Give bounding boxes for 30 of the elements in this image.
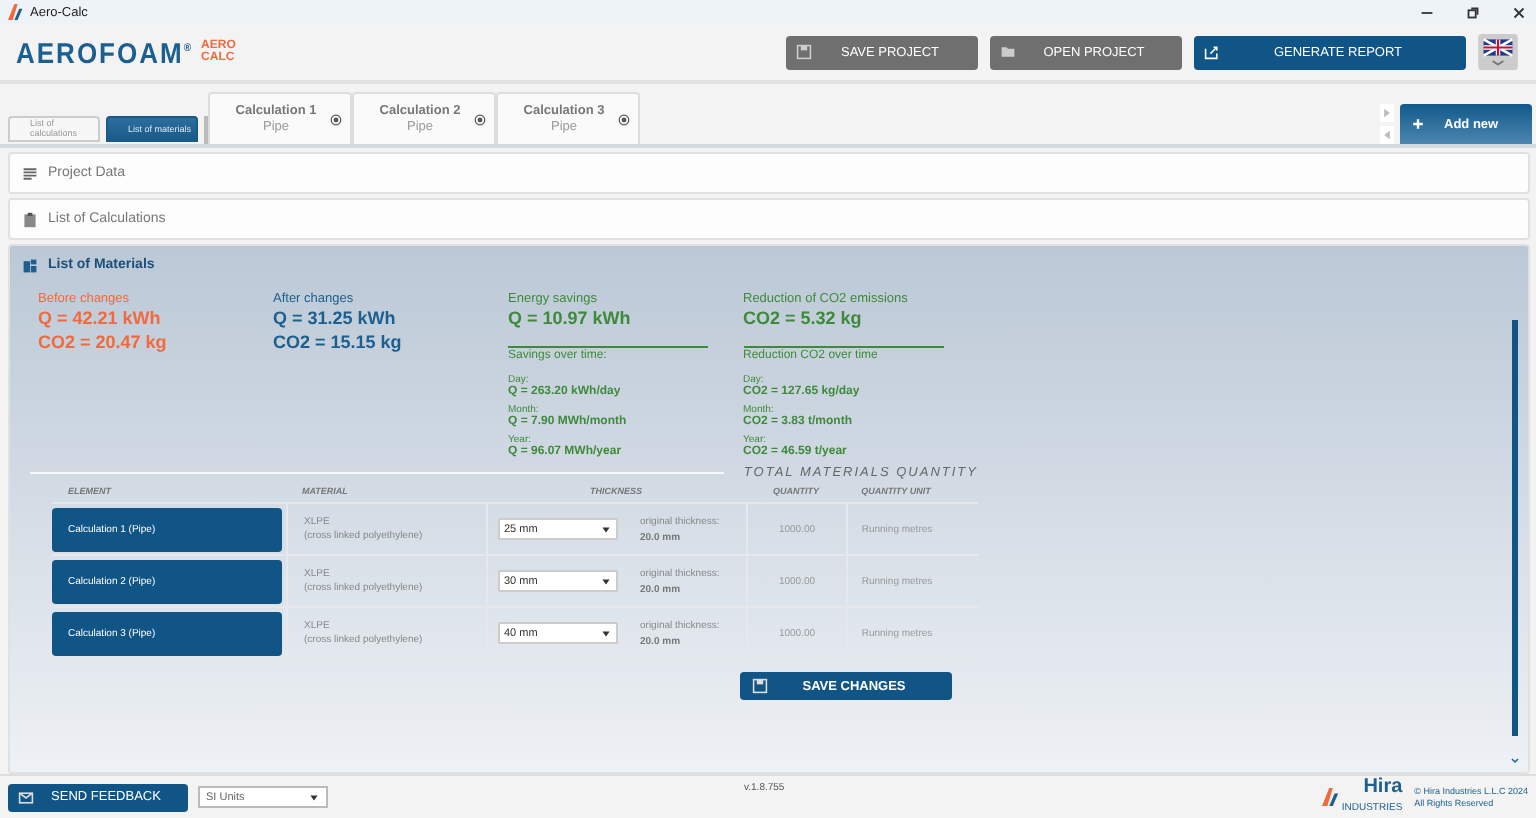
company-logo-icon — [1321, 788, 1340, 807]
brand-logo: AEROFOAM$^{®}$ — [16, 36, 194, 70]
summary-value: CO2 = 20.47 kg — [38, 332, 167, 355]
restore-icon[interactable] — [1464, 3, 1482, 22]
summary-value: Q = 42.21 kWh — [38, 308, 161, 331]
summary-value: Q = 31.25 kWh — [273, 308, 396, 331]
uk-flag-icon[interactable] — [1478, 34, 1518, 71]
caret-icon — [600, 523, 612, 536]
envelope-icon — [18, 789, 34, 806]
summary-value: CO2 = 15.15 kg — [273, 332, 402, 355]
close-tab-icon[interactable] — [330, 113, 342, 126]
clipboard-icon — [22, 211, 38, 228]
scroll-down-icon[interactable] — [1509, 756, 1519, 767]
save-icon — [752, 678, 768, 695]
list-icon — [22, 165, 38, 182]
close-icon[interactable] — [1510, 3, 1528, 22]
summary-value: CO2 = 5.32 kg — [743, 308, 862, 331]
close-tab-icon[interactable] — [474, 113, 486, 126]
stack-icon — [22, 257, 38, 274]
save-icon — [796, 44, 812, 61]
close-tab-icon[interactable] — [618, 113, 630, 126]
folder-icon — [1000, 44, 1016, 61]
caret-icon — [308, 791, 320, 804]
summary-value: Q = 10.97 kWh — [508, 308, 631, 331]
scrollbar-thumb[interactable] — [1511, 320, 1517, 737]
caret-icon — [600, 575, 612, 588]
plus-icon — [1412, 118, 1424, 131]
export-icon — [1204, 44, 1220, 61]
app-logo-icon — [8, 4, 24, 21]
caret-icon — [600, 627, 612, 640]
